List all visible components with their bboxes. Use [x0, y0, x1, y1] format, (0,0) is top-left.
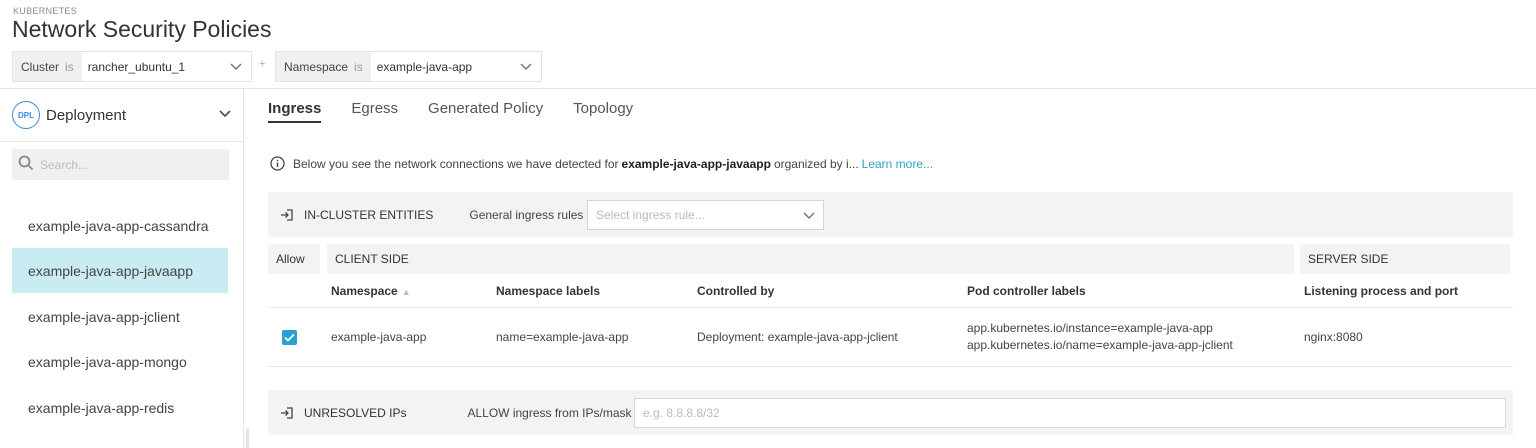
row-namespace-labels: name=example-java-app: [496, 330, 629, 344]
tab-ingress[interactable]: Ingress: [268, 100, 322, 123]
column-pod-controller-labels[interactable]: Pod controller labels: [967, 284, 1086, 298]
row-divider: [268, 307, 1513, 308]
row-controlled-by: Deployment: example-java-app-jclient: [697, 330, 898, 344]
info-icon: [270, 156, 285, 171]
entity-type-selector[interactable]: DPL Deployment: [12, 100, 232, 130]
info-banner: Below you see the network connections we…: [270, 156, 933, 171]
unresolved-ips-bar: UNRESOLVED IPs ALLOW ingress from IPs/ma…: [268, 390, 1513, 435]
ip-mask-input[interactable]: [634, 398, 1506, 428]
row-process-port: nginx:8080: [1304, 330, 1363, 344]
sort-asc-icon: ▲: [401, 287, 411, 297]
tab-egress[interactable]: Egress: [351, 100, 398, 123]
column-listening-process[interactable]: Listening process and port: [1304, 284, 1458, 298]
ingress-rule-placeholder: Select ingress rule...: [596, 208, 705, 222]
filter-plus: +: [259, 58, 266, 70]
column-namespace-labels[interactable]: Namespace labels: [496, 284, 600, 298]
entity-type-label: Deployment: [46, 106, 127, 124]
learn-more-link[interactable]: Learn more...: [862, 157, 933, 171]
ingress-rule-select[interactable]: Select ingress rule...: [587, 200, 824, 230]
chevron-down-icon[interactable]: [517, 62, 535, 71]
tab-generated-policy[interactable]: Generated Policy: [428, 100, 543, 123]
chevron-down-icon[interactable]: [227, 62, 245, 71]
tab-topology[interactable]: Topology: [573, 100, 633, 123]
chevron-down-icon[interactable]: [803, 209, 815, 223]
search-icon: [18, 155, 34, 174]
sidebar-item-redis[interactable]: example-java-app-redis: [12, 385, 228, 430]
in-cluster-title: IN-CLUSTER ENTITIES: [304, 207, 434, 222]
sidebar-divider: [0, 141, 244, 142]
tab-bar: Ingress Egress Generated Policy Topology: [268, 100, 663, 123]
login-arrow-icon: [280, 406, 294, 420]
allow-checkbox[interactable]: [282, 330, 297, 345]
info-prefix: Below you see the network connections we…: [293, 156, 619, 171]
search-input[interactable]: [40, 157, 220, 172]
namespace-filter-label: Namespace is: [276, 52, 371, 81]
page-eyebrow: KUBERNETES: [13, 6, 78, 16]
unresolved-title: UNRESOLVED IPs: [304, 405, 407, 420]
info-entity: example-java-app-javaapp: [621, 156, 771, 171]
sidebar-item-jclient[interactable]: example-java-app-jclient: [12, 294, 228, 339]
cluster-filter-key: Cluster: [21, 59, 60, 74]
cluster-filter-op: is: [65, 59, 74, 74]
cluster-filter[interactable]: Cluster is rancher_ubuntu_1: [12, 51, 252, 82]
namespace-filter-value[interactable]: example-java-app: [371, 60, 517, 74]
row-namespace: example-java-app: [331, 330, 427, 344]
cluster-filter-label: Cluster is: [13, 52, 82, 81]
in-cluster-entities-bar: IN-CLUSTER ENTITIES General ingress rule…: [268, 192, 1513, 237]
client-side-header: CLIENT SIDE: [327, 244, 1294, 274]
server-side-header: SERVER SIDE: [1300, 244, 1510, 274]
chevron-down-icon[interactable]: [218, 107, 232, 124]
page-header: KUBERNETES Network Security Policies Clu…: [0, 0, 1536, 89]
sidebar-item-mongo[interactable]: example-java-app-mongo: [12, 339, 228, 384]
namespace-filter[interactable]: Namespace is example-java-app: [275, 51, 542, 82]
login-arrow-icon: [280, 208, 294, 222]
row-pod-label-name: app.kubernetes.io/name=example-java-app-…: [967, 338, 1233, 352]
allow-header: Allow: [268, 244, 320, 274]
check-icon: [284, 333, 295, 342]
general-ingress-label: General ingress rules: [469, 207, 584, 222]
search-box[interactable]: [12, 149, 229, 180]
column-namespace-label: Namespace: [331, 284, 398, 298]
deployment-badge-icon: DPL: [12, 101, 40, 129]
scrollbar[interactable]: [246, 428, 249, 448]
row-pod-label-instance: app.kubernetes.io/instance=example-java-…: [967, 321, 1213, 335]
column-controlled-by[interactable]: Controlled by: [697, 284, 774, 298]
row-divider: [268, 366, 1513, 367]
namespace-filter-op: is: [354, 59, 363, 74]
sidebar-item-javaapp[interactable]: example-java-app-javaapp: [12, 248, 228, 293]
page-title: Network Security Policies: [12, 16, 272, 42]
column-namespace[interactable]: Namespace ▲: [331, 284, 411, 298]
cluster-filter-value[interactable]: rancher_ubuntu_1: [82, 60, 227, 74]
namespace-filter-key: Namespace: [284, 59, 349, 74]
info-suffix: organized by i...: [773, 156, 859, 171]
sidebar-item-cassandra[interactable]: example-java-app-cassandra: [12, 203, 228, 248]
allow-ips-label: ALLOW ingress from IPs/mask: [467, 405, 632, 420]
